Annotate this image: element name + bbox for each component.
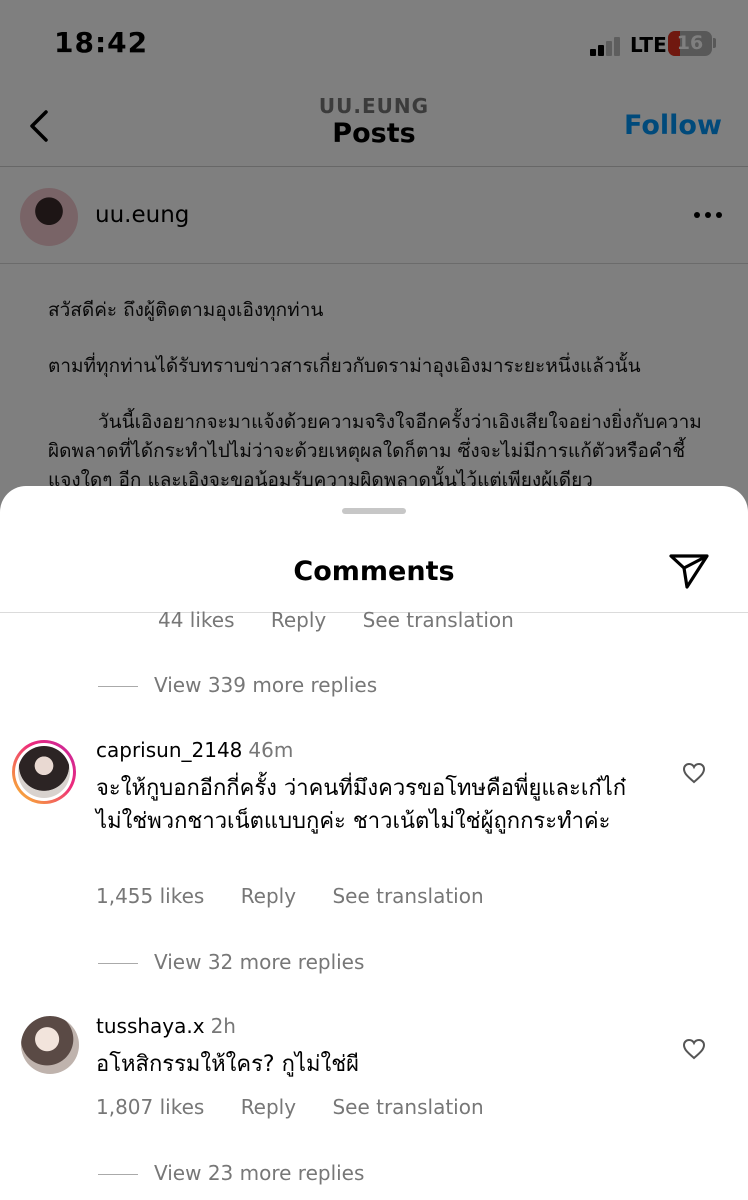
username[interactable]: caprisun_2148 <box>96 738 242 762</box>
avatar[interactable] <box>12 740 76 804</box>
see-translation-link[interactable]: See translation <box>332 884 483 908</box>
comment-time: 46m <box>248 738 294 762</box>
see-translation-link[interactable]: See translation <box>332 1095 483 1119</box>
heart-icon[interactable] <box>682 762 706 784</box>
comment-meta: 44 likes Reply See translation <box>158 608 514 632</box>
comment-text: จะให้กูบอกอีกกี่ครั้ง ว่าคนที่มึงควรขอโท… <box>96 776 627 834</box>
reply-button[interactable]: Reply <box>241 1095 296 1119</box>
reply-button[interactable]: Reply <box>241 884 296 908</box>
comment-username[interactable]: tusshaya.x 2h <box>96 1014 236 1038</box>
view-replies-label[interactable]: View 339 more replies <box>154 673 377 697</box>
comment-text: อโหสิกรรมให้ใคร? กูไม่ใช่ผี <box>96 1052 360 1077</box>
see-translation-link[interactable]: See translation <box>363 608 514 632</box>
view-replies-label[interactable]: View 32 more replies <box>154 950 364 974</box>
sheet-title: Comments <box>293 556 455 587</box>
view-replies-label[interactable]: View 23 more replies <box>154 1161 364 1185</box>
comment-meta: 1,807 likes Reply See translation <box>96 1095 484 1119</box>
sheet-handle[interactable] <box>342 508 406 514</box>
comment-time: 2h <box>210 1014 236 1038</box>
view-replies[interactable]: View 339 more replies <box>98 673 377 697</box>
comment-username[interactable]: caprisun_2148 46m <box>96 738 293 762</box>
send-icon[interactable] <box>668 552 710 590</box>
likes-count[interactable]: 1,807 likes <box>96 1095 204 1119</box>
heart-icon[interactable] <box>682 1038 706 1060</box>
view-replies[interactable]: View 23 more replies <box>98 1161 364 1185</box>
likes-count[interactable]: 44 likes <box>158 608 235 632</box>
view-replies[interactable]: View 32 more replies <box>98 950 364 974</box>
comment-meta: 1,455 likes Reply See translation <box>96 884 484 908</box>
username[interactable]: tusshaya.x <box>96 1014 205 1038</box>
likes-count[interactable]: 1,455 likes <box>96 884 204 908</box>
avatar[interactable] <box>21 1016 79 1074</box>
comments-sheet: Comments 44 likes Reply See translation … <box>0 486 748 1200</box>
reply-button[interactable]: Reply <box>271 608 326 632</box>
